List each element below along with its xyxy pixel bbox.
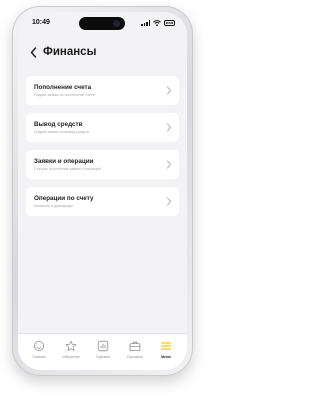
menu-item-requests[interactable]: Заявки и операции Статусы исполнения зая… xyxy=(26,150,179,179)
page: 10:49 85 Финансы Пополнение счета Подача… xyxy=(0,0,205,400)
menu-item-title: Операции по счету xyxy=(34,195,94,202)
status-bar: 10:49 85 xyxy=(18,12,187,34)
home-icon xyxy=(34,341,44,351)
menu-item-title: Заявки и операции xyxy=(34,158,94,165)
wifi-icon xyxy=(153,20,161,26)
phone-frame: 10:49 85 Финансы Пополнение счета Подача… xyxy=(12,6,193,376)
menu-item-subtitle: Комиссии и дивиденды xyxy=(34,204,73,208)
menu-icon xyxy=(160,342,172,350)
tab-home[interactable]: Главная xyxy=(24,340,54,362)
dynamic-island xyxy=(79,17,125,30)
chevron-left-icon xyxy=(30,46,36,58)
camera-icon xyxy=(113,20,120,27)
tab-trading[interactable]: Торговля xyxy=(88,340,118,362)
tab-favorites[interactable]: Избранное xyxy=(56,340,86,362)
menu-item-title: Пополнение счета xyxy=(34,84,92,91)
chevron-right-icon xyxy=(167,197,171,206)
star-icon xyxy=(65,340,77,351)
menu-item-deposit[interactable]: Пополнение счета Подача заявки на пополн… xyxy=(26,76,179,105)
menu-item-subtitle: Подача заявки на пополнение счета xyxy=(34,93,95,97)
header: Финансы xyxy=(28,44,96,60)
chart-icon xyxy=(97,340,109,352)
menu-item-title: Вывод средств xyxy=(34,121,83,128)
menu-item-subtitle: Статусы исполнения заявок и операций xyxy=(34,167,101,171)
back-button[interactable] xyxy=(28,45,38,59)
status-icons: 85 xyxy=(141,20,175,26)
tab-portfolio[interactable]: Портфель xyxy=(120,340,150,362)
page-title: Финансы xyxy=(43,46,97,58)
signal-icon xyxy=(141,20,150,26)
chevron-right-icon xyxy=(167,160,171,169)
menu-list: Пополнение счета Подача заявки на пополн… xyxy=(26,76,179,224)
chevron-right-icon xyxy=(167,86,171,95)
tab-label: Меню xyxy=(161,355,171,359)
menu-item-subtitle: Подача заявки на вывод средств xyxy=(34,130,89,134)
chevron-right-icon xyxy=(167,123,171,132)
battery-icon: 85 xyxy=(164,20,175,26)
briefcase-icon xyxy=(129,341,141,351)
battery-level-text: 85 xyxy=(167,20,172,25)
tab-menu[interactable]: Меню xyxy=(151,340,181,362)
app-screen: 10:49 85 Финансы Пополнение счета Подача… xyxy=(18,12,187,370)
status-time: 10:49 xyxy=(32,19,50,26)
menu-item-account-operations[interactable]: Операции по счету Комиссии и дивиденды xyxy=(26,187,179,216)
tab-bar: Главная Избранное Торговля Портфель Меню xyxy=(18,333,187,370)
menu-item-withdraw[interactable]: Вывод средств Подача заявки на вывод сре… xyxy=(26,113,179,142)
